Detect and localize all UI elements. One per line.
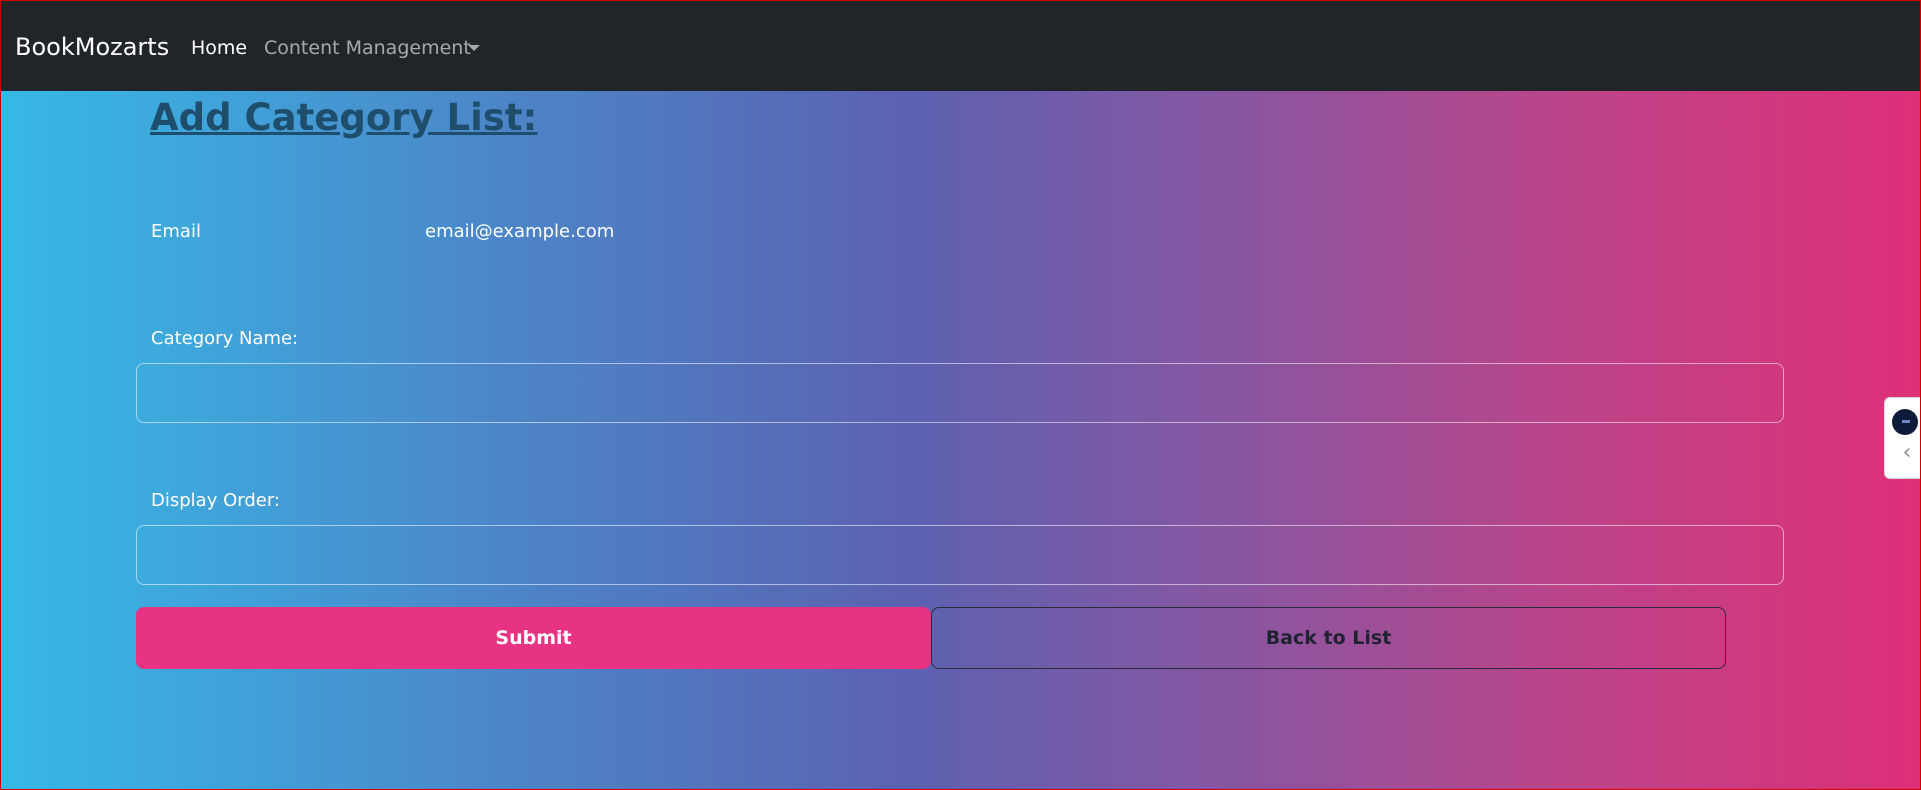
navbar: BookMozarts Home Content Management — [1, 1, 1920, 91]
display-order-label: Display Order: — [151, 490, 280, 511]
assistant-logo-icon[interactable] — [1892, 409, 1918, 435]
category-name-input[interactable] — [136, 363, 1784, 423]
category-name-label: Category Name: — [151, 328, 299, 349]
caret-down-icon[interactable] — [468, 45, 480, 51]
email-value: email@example.com — [425, 221, 615, 242]
back-to-list-button[interactable]: Back to List — [931, 607, 1726, 669]
page-title: Add Category List: — [150, 96, 538, 139]
submit-button[interactable]: Submit — [136, 607, 931, 669]
brand-link[interactable]: BookMozarts — [15, 33, 169, 61]
display-order-input[interactable] — [136, 525, 1784, 585]
nav-home-link[interactable]: Home — [191, 37, 247, 59]
side-assistant-widget[interactable]: ‹ — [1884, 397, 1920, 479]
email-label: Email — [151, 221, 201, 242]
chevron-left-icon[interactable]: ‹ — [1896, 442, 1918, 464]
page-frame: BookMozarts Home Content Management Add … — [0, 0, 1921, 790]
nav-content-management-dropdown[interactable]: Content Management — [264, 37, 471, 59]
